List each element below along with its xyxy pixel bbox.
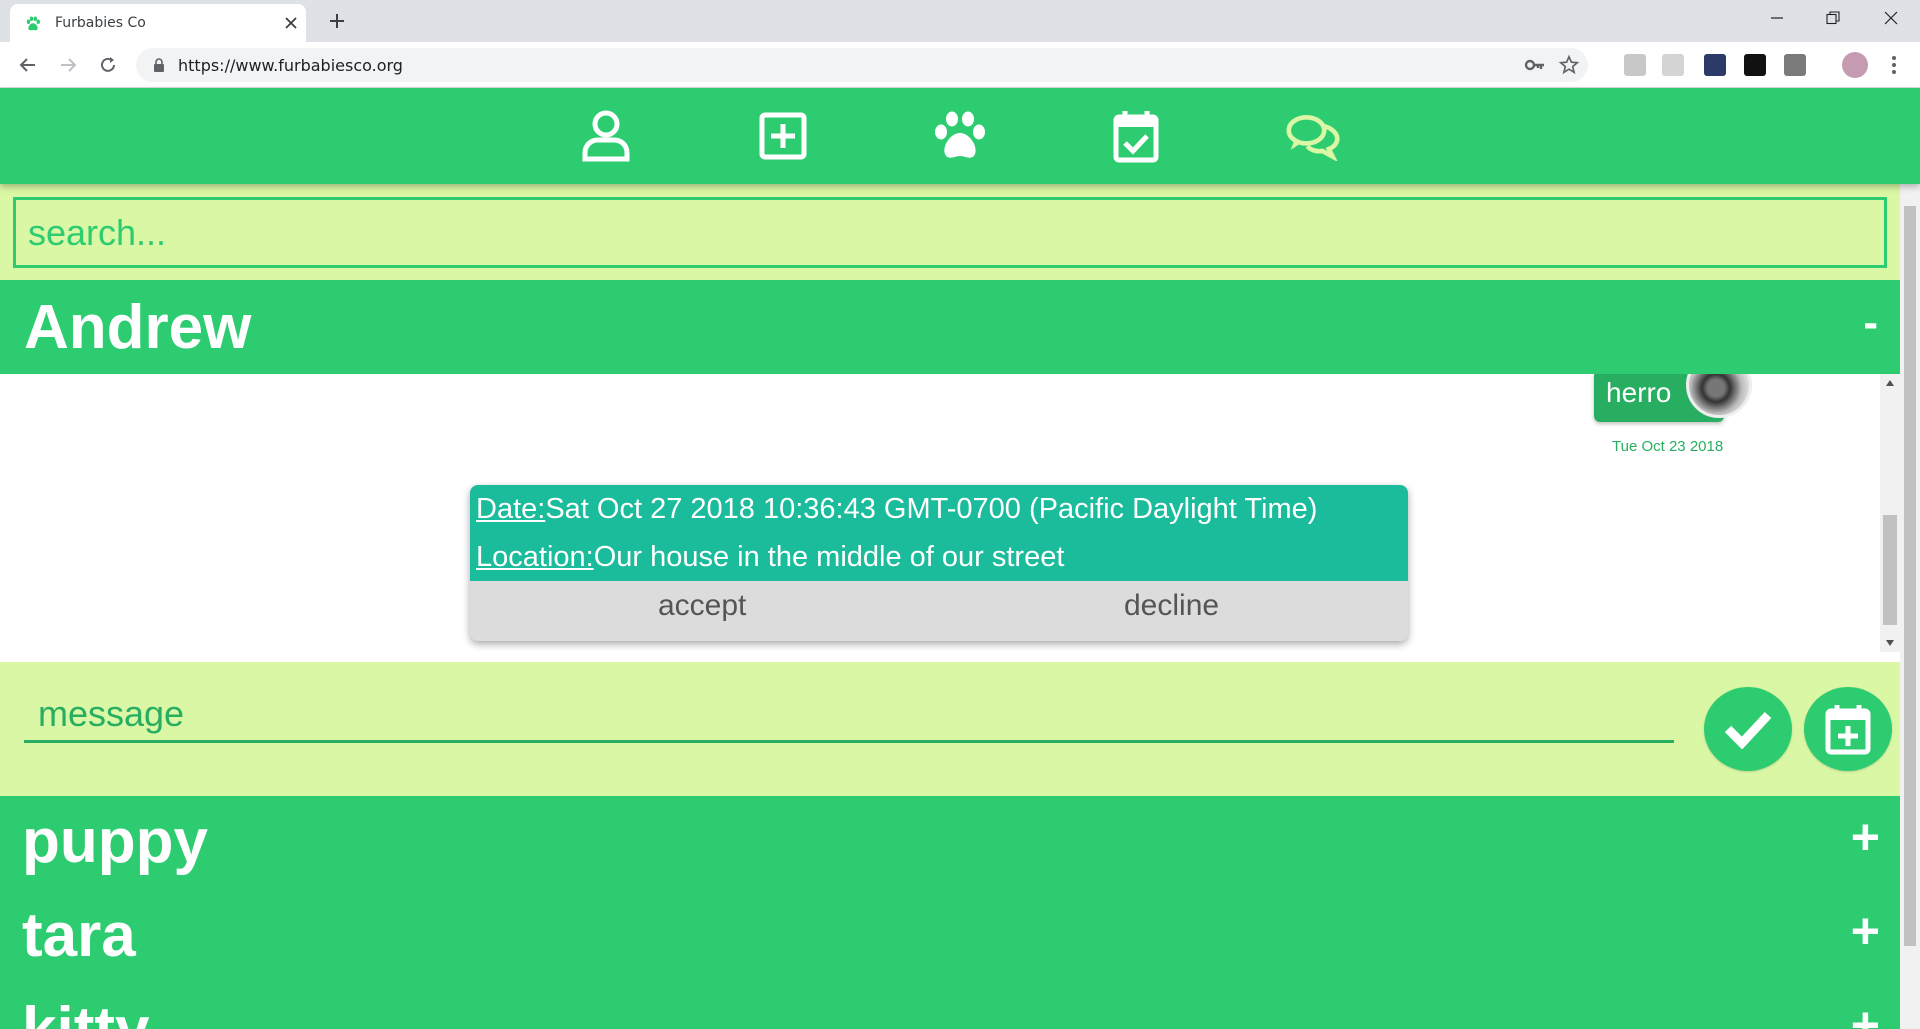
event-date-line: Date:Sat Oct 27 2018 10:36:43 GMT-0700 (… xyxy=(476,493,1317,526)
expand-toggle[interactable]: + xyxy=(1851,902,1880,960)
message-list[interactable]: herro Tue Oct 23 2018 Date:Sat Oct 27 20… xyxy=(0,374,1900,652)
forward-icon[interactable] xyxy=(54,51,82,79)
search-container xyxy=(0,184,1900,280)
conversation-item[interactable]: puppy + xyxy=(0,796,1900,890)
add-event-button[interactable] xyxy=(1804,687,1892,771)
restore-window-icon[interactable] xyxy=(1810,0,1856,36)
back-icon[interactable] xyxy=(14,51,42,79)
conversation-item-name: puppy xyxy=(22,807,208,876)
extension-camera-icon[interactable] xyxy=(1744,54,1766,76)
event-date-value: Sat Oct 27 2018 10:36:43 GMT-0700 (Pacif… xyxy=(545,493,1318,525)
checkmark-icon xyxy=(1724,711,1772,749)
event-invite-card: Date:Sat Oct 27 2018 10:36:43 GMT-0700 (… xyxy=(470,485,1408,641)
extension-cut-icon[interactable] xyxy=(1784,54,1806,76)
expand-toggle[interactable]: + xyxy=(1851,996,1880,1029)
url-text: https://www.furbabiesco.org xyxy=(178,56,403,75)
event-date-label: Date: xyxy=(476,493,546,525)
key-icon[interactable] xyxy=(1524,56,1546,74)
event-location-value: Our house in the middle of our street xyxy=(593,541,1065,573)
event-actions: accept decline xyxy=(470,581,1408,641)
main-content: Andrew - herro Tue Oct 23 2018 Date:Sat … xyxy=(0,184,1900,1029)
scroll-up-arrow-icon[interactable] xyxy=(1886,380,1894,386)
extension-power-icon[interactable] xyxy=(1704,54,1726,76)
conversation-name: Andrew xyxy=(24,293,252,362)
tab-title: Furbabies Co xyxy=(55,15,146,31)
event-location-line: Location:Our house in the middle of our … xyxy=(476,541,1064,574)
scroll-down-arrow-icon[interactable] xyxy=(1886,640,1894,646)
lock-icon xyxy=(154,58,164,72)
event-details: Date:Sat Oct 27 2018 10:36:43 GMT-0700 (… xyxy=(470,485,1408,581)
extension-h-icon[interactable] xyxy=(1624,54,1646,76)
collapse-toggle[interactable]: - xyxy=(1863,298,1878,348)
paw-icon[interactable] xyxy=(932,108,988,164)
extension-chat-icon[interactable] xyxy=(1662,54,1684,76)
address-bar[interactable]: https://www.furbabiesco.org xyxy=(136,48,1588,82)
message-text: herro xyxy=(1606,377,1672,408)
compose-bar xyxy=(0,662,1900,796)
bookmark-star-icon[interactable] xyxy=(1558,54,1580,76)
browser-tab[interactable]: Furbabies Co xyxy=(10,4,306,42)
minimize-window-icon[interactable] xyxy=(1754,0,1800,36)
send-button[interactable] xyxy=(1704,687,1792,771)
paw-favicon-icon xyxy=(26,16,40,31)
message-input[interactable] xyxy=(24,687,1674,743)
browser-menu-icon[interactable] xyxy=(1880,51,1908,79)
event-location-label: Location: xyxy=(476,541,594,573)
message-scrollbar[interactable] xyxy=(1880,374,1900,652)
conversation-item[interactable]: tara + xyxy=(0,890,1900,984)
browser-tab-strip: Furbabies Co xyxy=(0,0,1920,42)
conversation-item-name: kitty xyxy=(22,994,149,1029)
decline-button[interactable]: decline xyxy=(1124,589,1219,623)
new-tab-icon[interactable] xyxy=(324,8,350,34)
user-icon[interactable] xyxy=(578,108,634,164)
page-scrollbar-thumb[interactable] xyxy=(1904,206,1916,946)
conversation-list: puppy + tara + kitty + xyxy=(0,796,1900,1029)
page-scrollbar[interactable] xyxy=(1900,184,1920,1029)
message-date: Tue Oct 23 2018 xyxy=(1612,438,1724,455)
chat-bubbles-icon[interactable] xyxy=(1285,108,1341,164)
close-window-icon[interactable] xyxy=(1868,0,1914,36)
accept-button[interactable]: accept xyxy=(658,589,746,623)
plus-square-icon[interactable] xyxy=(755,108,811,164)
calendar-check-icon[interactable] xyxy=(1108,108,1164,164)
close-tab-icon[interactable] xyxy=(280,12,302,34)
conversation-item[interactable]: kitty + xyxy=(0,984,1900,1029)
expand-toggle[interactable]: + xyxy=(1851,808,1880,866)
search-input[interactable] xyxy=(13,197,1887,268)
scrollbar-thumb[interactable] xyxy=(1883,515,1897,625)
reload-icon[interactable] xyxy=(94,51,122,79)
address-toolbar: https://www.furbabiesco.org xyxy=(0,42,1920,88)
app-nav-bar xyxy=(0,88,1920,184)
calendar-plus-icon xyxy=(1825,705,1871,755)
profile-avatar-icon[interactable] xyxy=(1842,52,1868,78)
conversation-item-name: tara xyxy=(22,901,136,970)
conversation-header[interactable]: Andrew - xyxy=(0,280,1900,374)
